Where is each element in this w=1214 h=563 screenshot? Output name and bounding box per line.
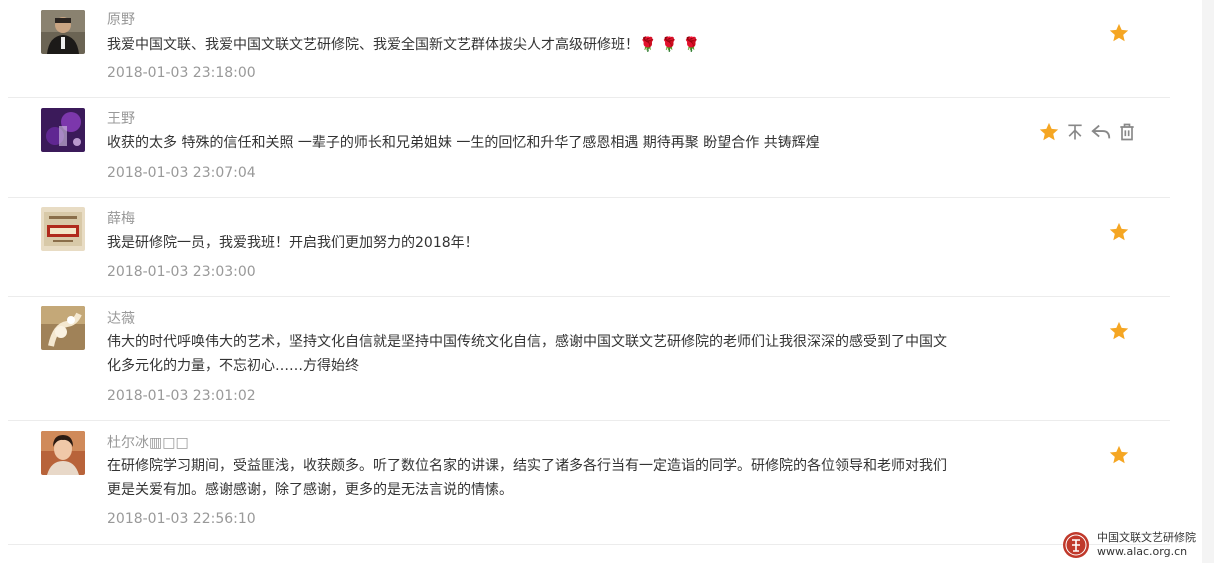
pin-top-icon [1068, 124, 1082, 140]
comment-text: 我是研修院一员，我爱我班！开启我们更加努力的2018年！ [107, 235, 479, 251]
star-icon [1039, 122, 1059, 141]
comment-item: 杜尔冰▥□□ 在研修院学习期间，受益匪浅，收获颇多。听了数位名家的讲课，结实了诸… [8, 420, 1170, 545]
star-button[interactable] [1106, 442, 1132, 468]
comment-actions [1106, 20, 1132, 46]
star-icon [1109, 321, 1129, 340]
star-icon [1109, 23, 1129, 42]
star-button[interactable] [1036, 119, 1062, 145]
avatar[interactable] [41, 10, 85, 54]
delete-button[interactable] [1114, 119, 1140, 145]
avatar[interactable] [41, 108, 85, 152]
portrait-man-icon [41, 10, 85, 54]
org-name: 中国文联文艺研修院 [1097, 531, 1196, 544]
comment-actions [1106, 219, 1132, 245]
seal-logo-icon [1063, 532, 1089, 558]
reply-button[interactable] [1088, 119, 1114, 145]
username[interactable]: 达薇 [107, 310, 135, 328]
comment-text: 在研修院学习期间，受益匪浅，收获颇多。听了数位名家的讲课，结实了诸多各行当有一定… [107, 458, 947, 498]
delete-icon [1120, 123, 1134, 141]
comment-item: 达薇 伟大的时代呼唤伟大的艺术，坚持文化自信就是坚持中国传统文化自信，感谢中国文… [8, 296, 1170, 421]
timestamp: 2018-01-03 23:18:00 [107, 65, 256, 81]
comment-item: 薛梅 我是研修院一员，我爱我班！开启我们更加努力的2018年！ 2018-01-… [8, 197, 1170, 297]
comment-body: 我爱中国文联、我爱中国文联文艺研修院、我爱全国新文艺群体拔尖人才高级研修班！ [107, 37, 639, 53]
comment-text: 我爱中国文联、我爱中国文联文艺研修院、我爱全国新文艺群体拔尖人才高级研修班！🌹 … [107, 33, 957, 57]
purple-stage-icon [41, 108, 85, 152]
comment-item: 原野 我爱中国文联、我爱中国文联文艺研修院、我爱全国新文艺群体拔尖人才高级研修班… [8, 0, 1170, 98]
timestamp: 2018-01-03 22:56:10 [107, 511, 256, 527]
comment-actions [1106, 318, 1132, 344]
org-url: www.alac.org.cn [1097, 545, 1188, 558]
username[interactable]: 王野 [107, 110, 135, 128]
star-icon [1109, 445, 1129, 464]
comment-text: 收获的太多 特殊的信任和关照 一辈子的师长和兄弟姐妹 一生的回忆和升华了感恩相遇… [107, 135, 820, 151]
comment-text: 伟大的时代呼唤伟大的艺术，坚持文化自信就是坚持中国传统文化自信，感谢中国文联文艺… [107, 334, 947, 374]
reply-icon [1091, 124, 1111, 139]
comment-actions [1106, 442, 1132, 468]
avatar[interactable] [41, 207, 85, 251]
star-button[interactable] [1106, 20, 1132, 46]
hand-flower-icon [41, 306, 85, 350]
username[interactable]: 薛梅 [107, 210, 135, 228]
star-icon [1109, 222, 1129, 241]
star-button[interactable] [1106, 219, 1132, 245]
username[interactable]: 杜尔冰▥□□ [107, 434, 189, 452]
username[interactable]: 原野 [107, 11, 135, 29]
rose-emoji: 🌹 🌹 🌹 [639, 37, 701, 53]
scrollbar-track[interactable] [1202, 0, 1214, 563]
pin-top-button[interactable] [1062, 119, 1088, 145]
comment-page: 原野 我爱中国文联、我爱中国文联文艺研修院、我爱全国新文艺群体拔尖人才高级研修班… [0, 0, 1214, 563]
timestamp: 2018-01-03 23:01:02 [107, 388, 256, 404]
portrait-woman-icon [41, 431, 85, 475]
avatar[interactable] [41, 431, 85, 475]
comment-actions [1036, 119, 1140, 145]
logo-text: 中国文联文艺研修院 www.alac.org.cn [1097, 531, 1196, 559]
watermark-logo: 中国文联文艺研修院 www.alac.org.cn [1062, 531, 1196, 559]
comment-item: 王野 收获的太多 特殊的信任和关照 一辈子的师长和兄弟姐妹 一生的回忆和升华了感… [8, 97, 1170, 198]
avatar[interactable] [41, 306, 85, 350]
star-button[interactable] [1106, 318, 1132, 344]
timestamp: 2018-01-03 23:07:04 [107, 165, 256, 181]
drama-book-icon [41, 207, 85, 251]
timestamp: 2018-01-03 23:03:00 [107, 264, 256, 280]
